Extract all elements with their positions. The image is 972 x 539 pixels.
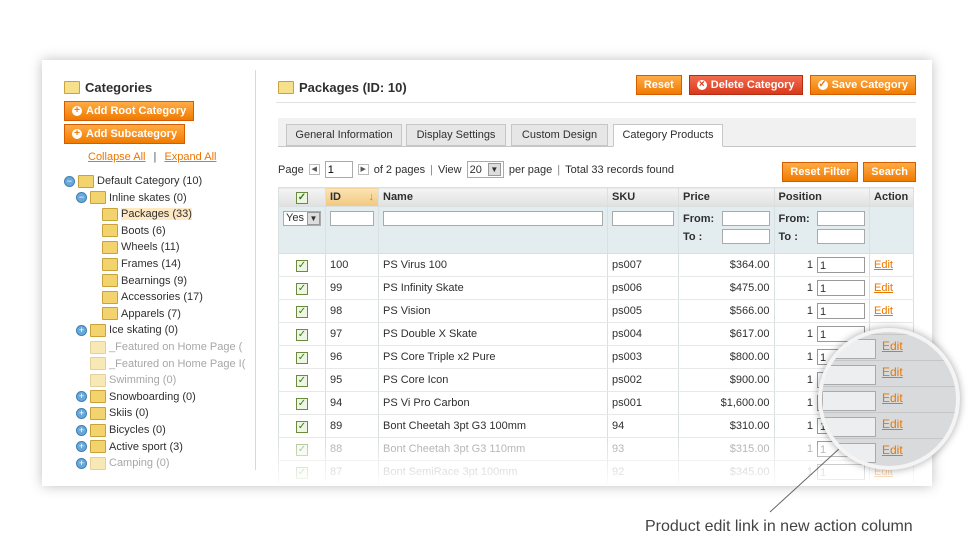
magnifier-lens: Edit Edit Edit Edit Edit (818, 328, 960, 470)
magnified-position-input (822, 391, 876, 411)
magnified-row: Edit (822, 386, 956, 413)
magnified-edit-link[interactable]: Edit (882, 339, 903, 353)
magnified-position-input (822, 417, 876, 437)
magnified-row: Edit (822, 360, 956, 387)
magnified-position-input (822, 443, 876, 463)
magnified-row: Edit (822, 334, 956, 361)
magnified-position-input (822, 339, 876, 359)
magnified-edit-link[interactable]: Edit (882, 391, 903, 405)
magnified-position-input (822, 365, 876, 385)
magnified-edit-link[interactable]: Edit (882, 365, 903, 379)
magnified-row: Edit (822, 412, 956, 439)
magnified-edit-link[interactable]: Edit (882, 417, 903, 431)
magnified-row: Edit (822, 438, 956, 465)
magnified-edit-link[interactable]: Edit (882, 443, 903, 457)
callout-caption: Product edit link in new action column (645, 518, 913, 535)
